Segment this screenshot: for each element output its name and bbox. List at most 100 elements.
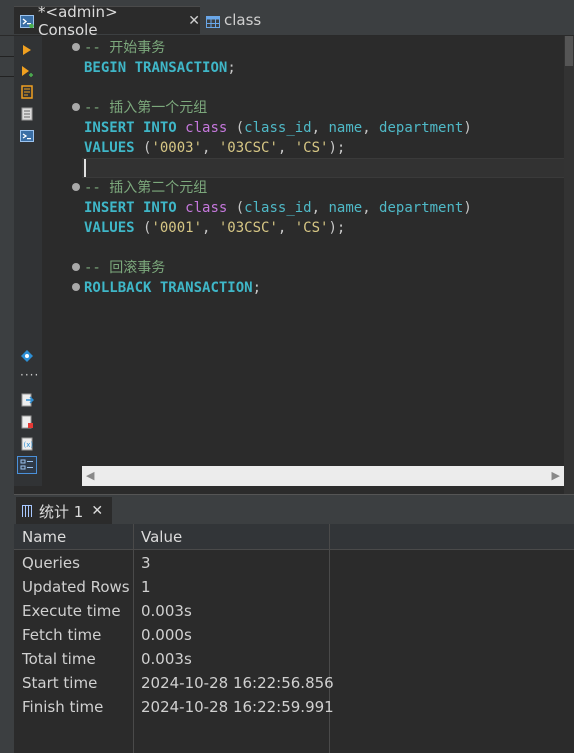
- sql-keyword: TRANSACTION: [126, 60, 228, 76]
- editor-toolbar: ···· (x): [14, 36, 42, 486]
- sql-string: 'CS': [294, 220, 329, 236]
- table-row[interactable]: Queries 3: [14, 552, 574, 576]
- editor-tab-bar: *<admin> Console ✕ class: [0, 0, 574, 39]
- tab-class[interactable]: class: [204, 6, 284, 34]
- sql-keyword: INTO: [134, 200, 177, 216]
- scroll-right-arrow[interactable]: ▶: [552, 469, 560, 482]
- execute-script-icon[interactable]: [20, 64, 34, 78]
- tab-console-label: *<admin> Console: [38, 2, 118, 39]
- sql-punctuation: ,: [311, 200, 329, 216]
- cell-value: 2024-10-28 16:22:59.991: [141, 698, 334, 716]
- sql-editor[interactable]: -- 开始事务 BEGIN TRANSACTION; -- 插入第一个元组 IN…: [42, 36, 564, 466]
- fold-marker[interactable]: [72, 283, 80, 291]
- sql-keyword: INSERT: [84, 200, 135, 216]
- sql-column: name: [328, 120, 363, 136]
- table-row[interactable]: Total time 0.003s: [14, 648, 574, 672]
- current-line-highlight: [82, 158, 564, 178]
- sql-string: '0001': [151, 220, 203, 236]
- table-icon: [206, 14, 220, 28]
- table-row[interactable]: Start time 2024-10-28 16:22:56.856: [14, 672, 574, 696]
- cell-value: 0.000s: [141, 626, 192, 644]
- sql-comment: -- 开始事务: [84, 40, 166, 56]
- scroll-left-arrow[interactable]: ◀: [86, 469, 94, 482]
- scrollbar-thumb[interactable]: [565, 36, 573, 66]
- transaction-icon[interactable]: [20, 348, 34, 362]
- export-icon[interactable]: [20, 392, 34, 407]
- tab-console[interactable]: *<admin> Console ✕: [14, 3, 200, 39]
- cell-value: 0.003s: [141, 650, 192, 668]
- tab-statistics[interactable]: 统计 1 ✕: [16, 497, 112, 525]
- code-line: VALUES ('0003', '03CSC', 'CS');: [84, 138, 345, 158]
- cell-name: Start time: [22, 674, 98, 692]
- sql-column: department: [379, 200, 464, 216]
- cell-name: Queries: [22, 554, 80, 572]
- statistics-table: Name Value Queries 3 Updated Rows 1 Exec…: [14, 524, 574, 753]
- sql-string: '03CSC': [218, 220, 278, 236]
- sql-string: '03CSC': [218, 140, 278, 156]
- table-row[interactable]: Updated Rows 1: [14, 576, 574, 600]
- sql-column: class_id: [244, 200, 312, 216]
- sql-punctuation: (: [134, 140, 152, 156]
- execute-icon[interactable]: [20, 42, 34, 56]
- sql-punctuation: ,: [277, 140, 295, 156]
- tab-statistics-label: 统计 1: [39, 502, 84, 521]
- code-line: -- 插入第一个元组: [84, 98, 207, 118]
- export-pdf-icon[interactable]: [20, 414, 34, 429]
- cell-name: Finish time: [22, 698, 104, 716]
- code-line: ROLLBACK TRANSACTION;: [84, 278, 261, 298]
- cell-name: Fetch time: [22, 626, 102, 644]
- sql-keyword: VALUES: [84, 140, 135, 156]
- code-line: -- 开始事务: [84, 38, 165, 58]
- fold-marker[interactable]: [72, 43, 80, 51]
- sql-keyword: BEGIN: [84, 60, 127, 76]
- column-header-value[interactable]: Value: [141, 528, 182, 546]
- code-line: BEGIN TRANSACTION;: [84, 58, 236, 78]
- column-header-name[interactable]: Name: [22, 528, 66, 546]
- sql-punctuation: (: [227, 200, 245, 216]
- text-caret: [84, 159, 86, 177]
- vertical-scrollbar[interactable]: [564, 36, 574, 496]
- sql-keyword: INSERT: [84, 120, 135, 136]
- sql-punctuation: );: [328, 220, 346, 236]
- tab-class-label: class: [224, 11, 262, 29]
- horizontal-scrollbar[interactable]: ◀ ▶: [82, 466, 564, 486]
- sql-punctuation: ): [463, 120, 472, 136]
- variables-icon[interactable]: (x): [20, 436, 34, 451]
- cell-value: 3: [141, 554, 151, 572]
- sql-keyword: INTO: [134, 120, 177, 136]
- sql-column: department: [379, 120, 464, 136]
- outline-icon[interactable]: [17, 456, 37, 474]
- fold-marker[interactable]: [72, 103, 80, 111]
- console-toggle-icon[interactable]: [20, 128, 34, 142]
- code-line: INSERT INTO class (class_id, name, depar…: [84, 118, 472, 138]
- sql-comment: -- 插入第二个元组: [84, 180, 208, 196]
- svg-text:(x): (x): [24, 441, 34, 449]
- cell-name: Total time: [22, 650, 96, 668]
- explain-icon[interactable]: [20, 84, 34, 99]
- sql-punctuation: ,: [362, 120, 380, 136]
- sql-string: '0003': [151, 140, 203, 156]
- close-icon[interactable]: ✕: [91, 503, 103, 519]
- table-row[interactable]: Fetch time 0.000s: [14, 624, 574, 648]
- fold-marker[interactable]: [72, 263, 80, 271]
- fold-marker[interactable]: [72, 183, 80, 191]
- sql-string: 'CS': [294, 140, 329, 156]
- sql-punctuation: ,: [202, 220, 219, 236]
- table-row[interactable]: Finish time 2024-10-28 16:22:59.991: [14, 696, 574, 720]
- sql-punctuation: ;: [227, 60, 236, 76]
- table-header: Name Value: [14, 524, 574, 550]
- sql-keyword: ROLLBACK: [84, 280, 152, 296]
- sql-keyword: VALUES: [84, 220, 135, 236]
- sql-table-name: class: [176, 200, 228, 216]
- sql-comment: -- 回滚事务: [84, 260, 166, 276]
- more-icon[interactable]: ····: [20, 369, 38, 384]
- left-edge-strip: [0, 36, 14, 753]
- sql-punctuation: ,: [362, 200, 380, 216]
- sql-punctuation: (: [227, 120, 245, 136]
- load-plan-icon[interactable]: [20, 106, 34, 121]
- code-line: -- 插入第二个元组: [84, 178, 207, 198]
- sql-punctuation: (: [134, 220, 152, 236]
- table-row[interactable]: Execute time 0.003s: [14, 600, 574, 624]
- close-icon[interactable]: ✕: [188, 13, 200, 29]
- sql-punctuation: ;: [252, 280, 262, 296]
